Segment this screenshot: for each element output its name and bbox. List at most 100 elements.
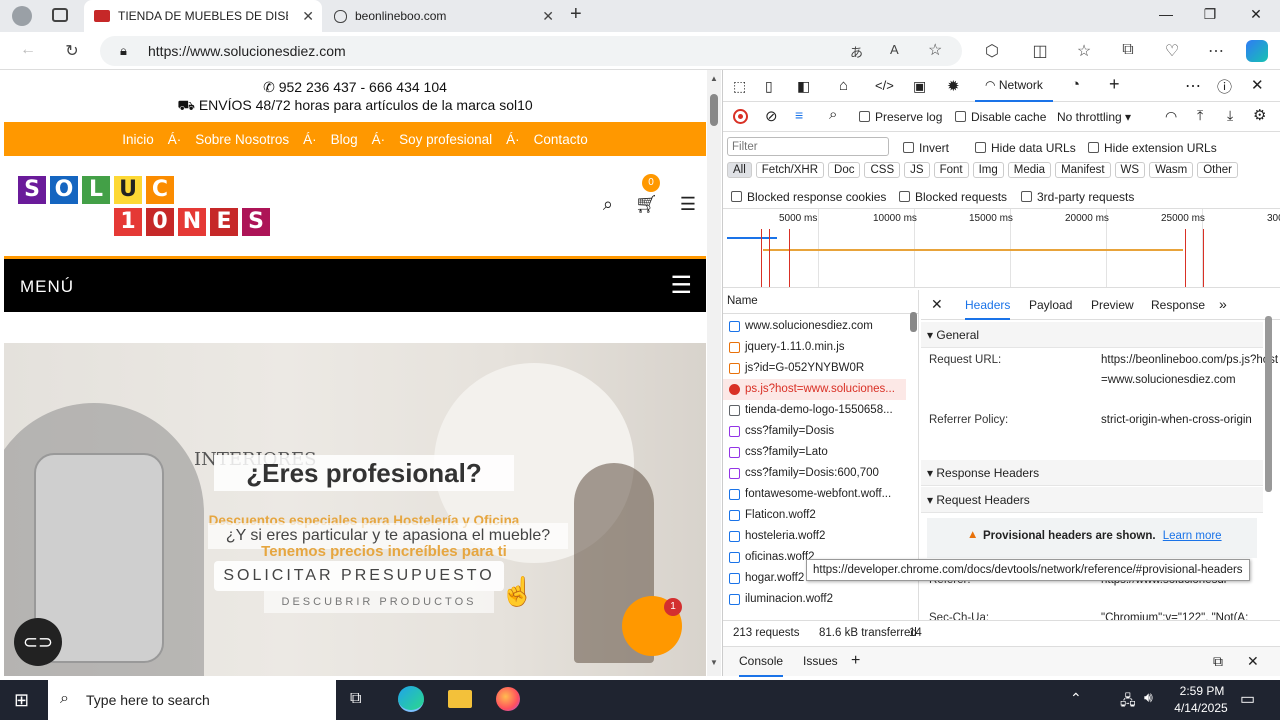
- minimize-icon[interactable]: —: [1156, 6, 1176, 22]
- tab-actions-icon[interactable]: [52, 8, 68, 22]
- console-panel-icon[interactable]: ▣: [913, 78, 926, 95]
- request-row[interactable]: Flaticon.woff2: [723, 505, 906, 526]
- chip-ws[interactable]: WS: [1114, 162, 1146, 178]
- task-view-icon[interactable]: ⧉: [350, 690, 361, 708]
- chip-font[interactable]: Font: [933, 162, 969, 178]
- cart-icon[interactable]: 🛒︎: [635, 194, 658, 215]
- third-party-checkbox[interactable]: 3rd-party requests: [1021, 190, 1134, 204]
- blocked-cookies-checkbox[interactable]: Blocked response cookies: [731, 190, 886, 204]
- tab-inactive[interactable]: beonlineboo.com ✕: [324, 0, 562, 32]
- request-row[interactable]: hosteleria.woff2: [723, 526, 906, 547]
- detail-scrollbar-thumb[interactable]: [1265, 316, 1272, 492]
- filter-input[interactable]: [727, 137, 889, 156]
- tray-chevron-icon[interactable]: ⌃: [1070, 690, 1082, 707]
- dock-side-icon[interactable]: ◧: [797, 78, 810, 95]
- tab-active[interactable]: TIENDA DE MUEBLES DE DISEÑO ✕: [84, 0, 322, 32]
- close-devtools-icon[interactable]: ✕: [1251, 76, 1264, 94]
- split-screen-icon[interactable]: ◫: [1030, 41, 1050, 61]
- scrollbar-thumb[interactable]: [710, 94, 718, 126]
- request-row[interactable]: www.solucionesdiez.com: [723, 316, 906, 337]
- tab-headers[interactable]: Headers: [965, 298, 1011, 320]
- request-row[interactable]: iluminacion.woff2: [723, 589, 906, 610]
- preserve-log-checkbox[interactable]: Preserve log: [859, 110, 942, 124]
- more-tabs-icon[interactable]: +: [1109, 74, 1120, 95]
- clock-date[interactable]: 4/14/2025: [1166, 701, 1236, 715]
- taskbar-search-box[interactable]: ⌕ Type here to search: [48, 680, 336, 720]
- chip-media[interactable]: Media: [1007, 162, 1052, 178]
- cookie-widget-button[interactable]: ⊂⊃: [14, 618, 62, 666]
- hamburger-icon[interactable]: ☰: [680, 194, 696, 215]
- chip-fetch-xhr[interactable]: Fetch/XHR: [755, 162, 825, 178]
- request-row[interactable]: ps.js?host=www.soluciones...: [723, 379, 906, 400]
- clear-icon[interactable]: ⊘: [765, 107, 778, 125]
- hide-data-urls-checkbox[interactable]: Hide data URLs: [975, 141, 1076, 155]
- nav-blog[interactable]: Blog: [327, 132, 362, 147]
- close-window-icon[interactable]: ✕: [1246, 6, 1266, 23]
- filter-funnel-icon[interactable]: ≡: [795, 107, 803, 123]
- device-toolbar-icon[interactable]: ▯: [765, 78, 773, 95]
- back-icon[interactable]: ←: [18, 41, 38, 59]
- drawer-tab-console[interactable]: Console: [739, 647, 784, 677]
- edge-taskbar-icon[interactable]: [398, 686, 424, 712]
- request-row[interactable]: css?family=Dosis: [723, 421, 906, 442]
- close-tab-icon[interactable]: ✕: [302, 8, 314, 25]
- close-detail-icon[interactable]: ✕: [931, 296, 943, 313]
- search-icon[interactable]: ⌕: [829, 106, 837, 123]
- favorite-star-icon[interactable]: ☆: [928, 40, 942, 60]
- chip-js[interactable]: JS: [904, 162, 930, 178]
- windows-start-icon[interactable]: ⊞: [14, 690, 29, 711]
- lock-icon[interactable]: 🔒︎: [120, 43, 127, 59]
- tab-payload[interactable]: Payload: [1029, 298, 1072, 312]
- menu-bar[interactable]: MENÚ ☰: [4, 256, 706, 312]
- help-icon[interactable]: ⓘ: [1217, 76, 1232, 97]
- export-har-icon[interactable]: ⤓: [1227, 107, 1233, 124]
- extensions-icon[interactable]: ⬡: [982, 41, 1002, 61]
- record-icon[interactable]: [733, 109, 748, 124]
- drawer-close-icon[interactable]: ✕: [1247, 647, 1259, 675]
- request-row[interactable]: fontawesome-webfont.woff...: [723, 484, 906, 505]
- nav-contacto[interactable]: Contacto: [530, 132, 592, 147]
- address-bar[interactable]: 🔒︎ https://www.solucionesdiez.com あ A ☆: [100, 36, 962, 66]
- drawer-add-icon[interactable]: +: [851, 647, 860, 675]
- firefox-icon[interactable]: [496, 687, 520, 711]
- page-scrollbar[interactable]: ▲ ▼: [707, 70, 721, 676]
- chip-img[interactable]: Img: [972, 162, 1004, 178]
- learn-more-link[interactable]: Learn more: [1163, 530, 1222, 542]
- browser-essentials-icon[interactable]: ♡: [1162, 41, 1182, 61]
- new-tab-button[interactable]: +: [570, 3, 582, 26]
- translate-icon[interactable]: あ: [850, 42, 863, 61]
- sources-bug-icon[interactable]: ✹: [947, 77, 960, 95]
- network-conditions-icon[interactable]: ◠: [1165, 108, 1177, 125]
- clock-time[interactable]: 2:59 PM: [1172, 684, 1232, 698]
- profile-icon[interactable]: [12, 6, 32, 26]
- tray-volume-icon[interactable]: 🔊︎: [1144, 689, 1153, 706]
- import-har-icon[interactable]: ⤒: [1197, 107, 1203, 124]
- drawer-tab-issues[interactable]: Issues: [803, 647, 838, 675]
- inspect-icon[interactable]: ⬚: [733, 78, 746, 95]
- read-aloud-icon[interactable]: A: [890, 42, 899, 57]
- file-explorer-icon[interactable]: [448, 690, 472, 708]
- chip-manifest[interactable]: Manifest: [1055, 162, 1111, 178]
- tab-response[interactable]: Response: [1151, 298, 1205, 312]
- tab-network[interactable]: ◠ Network: [975, 70, 1053, 102]
- site-logo[interactable]: S O L U C 1 0 N E S: [18, 176, 270, 238]
- section-general[interactable]: ▾ General: [921, 322, 1263, 348]
- maximize-icon[interactable]: ❐: [1200, 6, 1220, 23]
- close-tab-icon[interactable]: ✕: [542, 8, 554, 25]
- drawer-dock-icon[interactable]: ⧉: [1213, 647, 1223, 675]
- chip-all[interactable]: All: [727, 162, 752, 178]
- tray-network-icon[interactable]: 🖧︎: [1120, 690, 1136, 714]
- section-response-headers[interactable]: ▾ Response Headers: [921, 460, 1263, 486]
- favorites-icon[interactable]: ☆: [1074, 41, 1094, 61]
- nav-soy-profesional[interactable]: Soy profesional: [395, 132, 496, 147]
- hide-extension-urls-checkbox[interactable]: Hide extension URLs: [1088, 141, 1217, 155]
- network-settings-gear-icon[interactable]: ⚙: [1253, 106, 1266, 124]
- section-request-headers[interactable]: ▾ Request Headers: [921, 487, 1263, 513]
- scroll-up-arrow[interactable]: ▲: [710, 74, 718, 83]
- request-row[interactable]: css?family=Dosis:600,700: [723, 463, 906, 484]
- chip-other[interactable]: Other: [1197, 162, 1238, 178]
- scroll-down-arrow[interactable]: ▼: [710, 658, 718, 667]
- collections-icon[interactable]: ⧉: [1118, 41, 1138, 59]
- request-row[interactable]: jquery-1.11.0.min.js: [723, 337, 906, 358]
- more-menu-icon[interactable]: ⋯: [1206, 41, 1226, 61]
